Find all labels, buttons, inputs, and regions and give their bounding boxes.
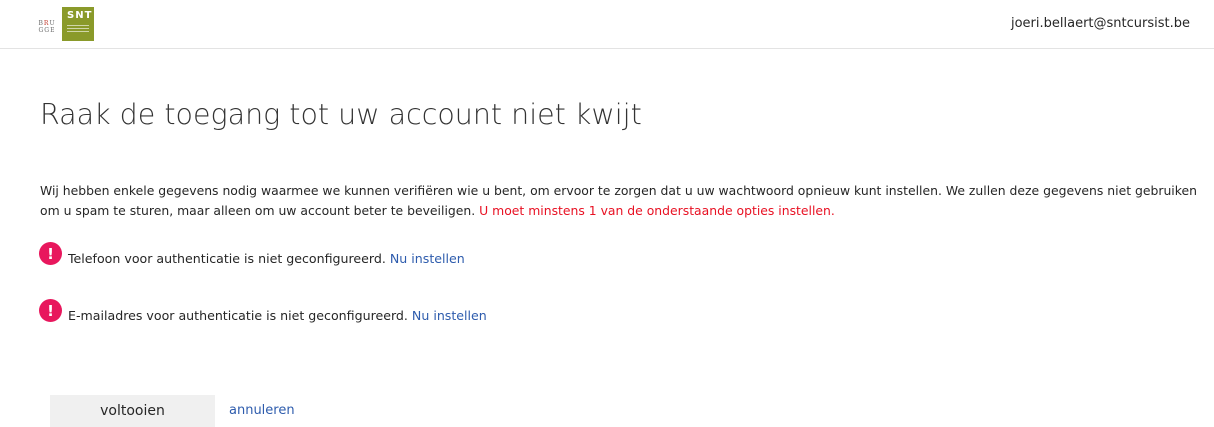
exclamation-circle-icon: ! (39, 242, 62, 265)
option-phone: ! Telefoon voor authenticatie is niet ge… (39, 242, 465, 266)
cancel-link[interactable]: annuleren (229, 403, 295, 418)
organization-logo: BRU GGE SNT (34, 7, 94, 41)
option-email-text: E-mailadres voor authenticatie is niet g… (68, 308, 408, 323)
snt-logo-badge: SNT (62, 7, 94, 41)
page-title: Raak de toegang tot uw account niet kwij… (40, 98, 642, 131)
required-options-warning: U moet minstens 1 van de onderstaande op… (479, 203, 835, 218)
exclamation-circle-icon: ! (39, 299, 62, 322)
setup-email-link[interactable]: Nu instellen (412, 308, 487, 323)
finish-button[interactable]: voltooien (50, 395, 215, 427)
snt-logo-text: SNT (67, 10, 93, 21)
brugge-logo: BRU GGE (38, 20, 56, 34)
top-bar: BRU GGE SNT joeri.bellaert@sntcursist.be (0, 0, 1214, 49)
setup-phone-link[interactable]: Nu instellen (390, 251, 465, 266)
option-email: ! E-mailadres voor authenticatie is niet… (39, 299, 487, 323)
option-phone-text: Telefoon voor authenticatie is niet geco… (68, 251, 386, 266)
signed-in-user-email[interactable]: joeri.bellaert@sntcursist.be (1011, 16, 1190, 31)
intro-paragraph: Wij hebben enkele gegevens nodig waarmee… (40, 181, 1200, 221)
